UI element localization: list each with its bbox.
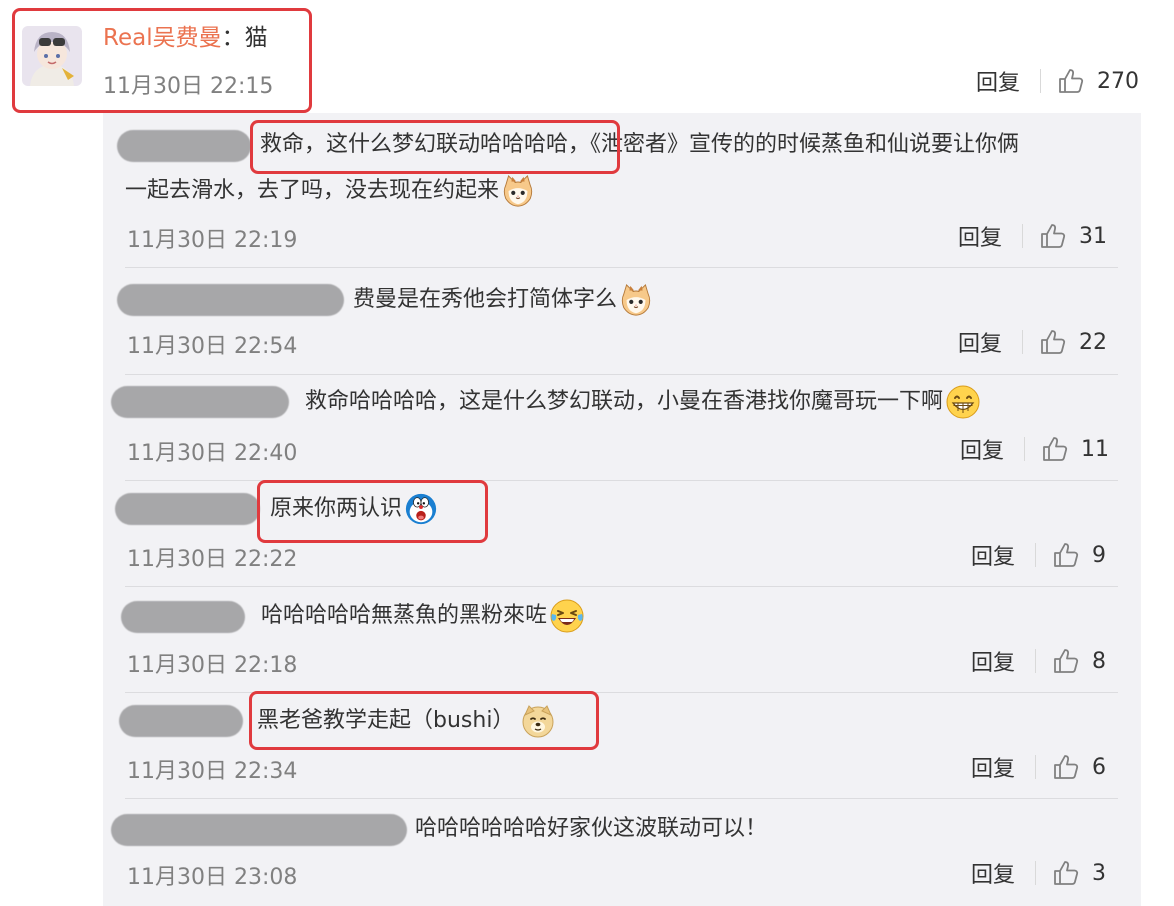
reply-text: 一起去滑水，去了吗，没去现在约起来 bbox=[125, 178, 500, 203]
thumbs-up-icon bbox=[1057, 67, 1085, 95]
action-divider bbox=[1035, 861, 1037, 885]
like-button[interactable]: 3 bbox=[1052, 859, 1106, 887]
laugh-cry-emoji bbox=[549, 598, 585, 634]
like-count: 9 bbox=[1092, 542, 1107, 568]
reply-timestamp: 11月30日 22:19 bbox=[127, 228, 298, 253]
reply-text-line: 哈哈哈哈哈無蒸魚的黑粉來咗 bbox=[261, 593, 585, 639]
action-divider bbox=[1035, 755, 1037, 779]
reply-button[interactable]: 回复 bbox=[971, 539, 1015, 571]
redacted-username bbox=[117, 130, 251, 162]
reply-item: 哈哈哈哈哈哈好家伙这波联动可以！ 11月30日 23:08 回复 3 bbox=[103, 799, 1141, 906]
reply-timestamp: 11月30日 22:34 bbox=[127, 759, 298, 784]
reply-actions: 回复 6 bbox=[971, 751, 1106, 783]
like-count: 11 bbox=[1081, 436, 1110, 462]
action-divider bbox=[1040, 69, 1042, 93]
reply-button[interactable]: 回复 bbox=[971, 751, 1015, 783]
like-button[interactable]: 22 bbox=[1039, 328, 1107, 356]
reply-timestamp: 11月30日 22:18 bbox=[127, 653, 298, 678]
like-button[interactable]: 270 bbox=[1057, 67, 1139, 95]
reply-button[interactable]: 回复 bbox=[960, 433, 1004, 465]
cat-face-emoji bbox=[501, 174, 535, 208]
redacted-username bbox=[117, 284, 344, 316]
reply-timestamp: 11月30日 22:40 bbox=[127, 441, 298, 466]
action-divider bbox=[1024, 437, 1026, 461]
thumbs-up-icon bbox=[1039, 328, 1067, 356]
redacted-username bbox=[119, 705, 243, 737]
avatar[interactable] bbox=[22, 26, 82, 86]
main-timestamp: 11月30日 22:15 bbox=[103, 74, 274, 99]
thumbs-up-icon bbox=[1052, 753, 1080, 781]
action-divider bbox=[1022, 330, 1024, 354]
reply-actions: 回复 22 bbox=[958, 326, 1107, 358]
like-count: 22 bbox=[1079, 329, 1108, 355]
reply-actions: 回复 9 bbox=[971, 539, 1106, 571]
cat-face-emoji bbox=[619, 283, 653, 317]
redacted-username bbox=[115, 493, 260, 525]
reply-text-line: 救命哈哈哈哈，这是什么梦幻联动，小曼在香港找你魔哥玩一下啊 bbox=[305, 379, 981, 425]
reply-text-line: 原来你两认识 bbox=[270, 486, 438, 532]
reply-text-line: 黑老爸教学走起（bushi） bbox=[257, 698, 556, 744]
action-divider bbox=[1035, 649, 1037, 673]
reply-actions: 回复 11 bbox=[960, 433, 1109, 465]
reply-text-line2: 一起去滑水，去了吗，没去现在约起来 bbox=[125, 168, 535, 214]
reply-text: 哈哈哈哈哈無蒸魚的黑粉來咗 bbox=[261, 603, 548, 628]
like-button[interactable]: 11 bbox=[1041, 435, 1109, 463]
like-count: 8 bbox=[1092, 648, 1107, 674]
reply-actions: 回复 31 bbox=[958, 220, 1107, 252]
thumbs-up-icon bbox=[1052, 859, 1080, 887]
reply-text: 原来你两认识 bbox=[270, 496, 403, 521]
reply-actions: 回复 3 bbox=[971, 857, 1106, 889]
action-divider bbox=[1035, 543, 1037, 567]
main-actions: 回复 270 bbox=[976, 65, 1139, 97]
like-button[interactable]: 9 bbox=[1052, 541, 1106, 569]
reply-timestamp: 11月30日 23:08 bbox=[127, 865, 298, 890]
reply-text: 救命哈哈哈哈，这是什么梦幻联动，小曼在香港找你魔哥玩一下啊 bbox=[305, 389, 944, 414]
thumbs-up-icon bbox=[1052, 541, 1080, 569]
reply-text-line1: 救命，这什么梦幻联动哈哈哈哈，《泄密者》宣传的的时候蒸鱼和仙说要让你俩 bbox=[260, 132, 1020, 157]
reply-button[interactable]: 回复 bbox=[971, 645, 1015, 677]
replies-panel: 救命，这什么梦幻联动哈哈哈哈，《泄密者》宣传的的时候蒸鱼和仙说要让你俩 一起去滑… bbox=[103, 113, 1141, 906]
reply-text-line: 费曼是在秀他会打简体字么 bbox=[353, 277, 653, 323]
reply-button[interactable]: 回复 bbox=[958, 326, 1002, 358]
thumbs-up-icon bbox=[1041, 435, 1069, 463]
action-divider bbox=[1022, 224, 1024, 248]
reply-text-line: 哈哈哈哈哈哈好家伙这波联动可以！ bbox=[415, 816, 768, 841]
redacted-username bbox=[111, 814, 407, 846]
main-separator: ： bbox=[221, 25, 245, 51]
like-count: 3 bbox=[1092, 860, 1107, 886]
reply-item: 黑老爸教学走起（bushi） 11月30日 22:34 回复 6 bbox=[103, 693, 1141, 799]
reply-button[interactable]: 回复 bbox=[971, 857, 1015, 889]
reply-item: 哈哈哈哈哈無蒸魚的黑粉來咗 11月30日 22:18 回复 8 bbox=[103, 587, 1141, 693]
reply-text: 费曼是在秀他会打简体字么 bbox=[353, 287, 618, 312]
doge-emoji bbox=[520, 703, 556, 739]
main-username[interactable]: Real吴费曼 bbox=[103, 25, 222, 51]
main-comment-text: Real吴费曼：猫 bbox=[103, 22, 268, 54]
like-button[interactable]: 6 bbox=[1052, 753, 1106, 781]
reply-item: 救命哈哈哈哈，这是什么梦幻联动，小曼在香港找你魔哥玩一下啊 11月30日 22:… bbox=[103, 375, 1141, 481]
like-button[interactable]: 8 bbox=[1052, 647, 1106, 675]
reply-text: 黑老爸教学走起（bushi） bbox=[257, 708, 515, 733]
reply-timestamp: 11月30日 22:22 bbox=[127, 547, 298, 572]
reply-button[interactable]: 回复 bbox=[976, 65, 1020, 97]
like-count: 6 bbox=[1092, 754, 1107, 780]
main-comment: Real吴费曼：猫 11月30日 22:15 回复 270 bbox=[0, 0, 1174, 110]
like-count: 31 bbox=[1079, 223, 1108, 249]
reply-item: 救命，这什么梦幻联动哈哈哈哈，《泄密者》宣传的的时候蒸鱼和仙说要让你俩 一起去滑… bbox=[103, 113, 1141, 267]
thumbs-up-icon bbox=[1039, 222, 1067, 250]
main-content: 猫 bbox=[244, 25, 268, 51]
reply-item: 原来你两认识 11月30日 22:22 回复 9 bbox=[103, 481, 1141, 587]
reply-item: 费曼是在秀他会打简体字么 11月30日 22:54 回复 22 bbox=[103, 268, 1141, 374]
reply-button[interactable]: 回复 bbox=[958, 220, 1002, 252]
redacted-username bbox=[121, 601, 245, 633]
doraemon-shocked-emoji bbox=[404, 492, 438, 526]
reply-timestamp: 11月30日 22:54 bbox=[127, 334, 298, 359]
like-button[interactable]: 31 bbox=[1039, 222, 1107, 250]
like-count: 270 bbox=[1097, 68, 1140, 94]
grin-emoji bbox=[945, 384, 981, 420]
thumbs-up-icon bbox=[1052, 647, 1080, 675]
redacted-username bbox=[111, 386, 289, 418]
reply-actions: 回复 8 bbox=[971, 645, 1106, 677]
